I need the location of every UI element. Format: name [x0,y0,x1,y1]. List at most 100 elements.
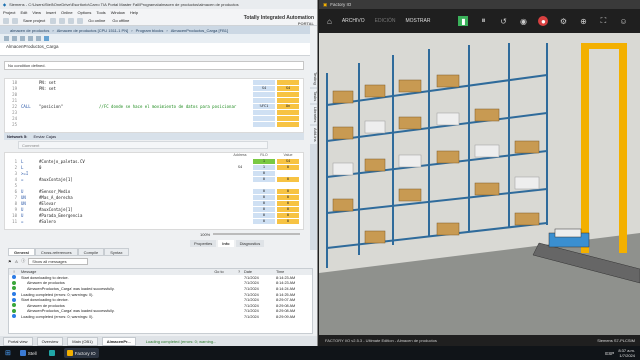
code-line[interactable]: 10 U #Parada_Emergencia 0 0 [5,212,303,218]
user-icon[interactable]: ☺ [618,16,628,26]
operand: "posicion" [39,103,64,109]
breadcrumb-item[interactable]: AlmacenProductos_Carga [FB1] [171,28,228,33]
message-row[interactable]: Loading completed (errors: 0; warnings: … [9,314,312,320]
tab-compile[interactable]: Compile [77,248,105,256]
open-icon[interactable] [12,17,18,24]
breadcrumb-item[interactable]: Program blocks [136,28,164,33]
tab-add-ins[interactable]: Add-ins [310,126,317,144]
fullscreen-icon[interactable]: ⛶ [598,16,608,26]
start-icon[interactable]: ⊞ [5,349,11,357]
code-line[interactable]: 8 UN #Elevar 0 0 [5,200,303,206]
monitor-icon[interactable] [44,36,49,41]
editor-tool-icon[interactable] [28,36,33,41]
driver-icon[interactable]: ● [538,16,549,26]
cut-icon[interactable] [50,17,57,24]
run-icon[interactable]: ▮ [458,16,469,26]
save-project-button[interactable]: Save project [21,17,47,24]
tab-tasks[interactable]: Tasks [310,88,317,103]
lang-indicator[interactable]: ESP [605,351,614,356]
tab-cross-references[interactable]: Cross-references [34,248,78,256]
code-line[interactable]: 22 CALL "posicion" //FC donde se hace el… [5,103,303,109]
code-line[interactable]: 9 U #auxContaje[1] 0 0 [5,206,303,212]
menu-view[interactable]: View [32,10,41,15]
editor-tool-icon[interactable] [20,36,25,41]
tab-diagnostics[interactable]: Diagnostics [235,240,265,247]
message-filter-dropdown[interactable]: Show all messages [28,257,89,265]
new-icon[interactable] [3,17,9,24]
code-network-5[interactable]: Address RLO Value 1 L #Contejo_paletas.C… [4,152,304,230]
taskbar-app-tia[interactable] [46,348,58,358]
network-header[interactable]: Network 5: Enviar Cajas [4,133,304,140]
settings-icon[interactable]: ⚙ [558,16,568,26]
menu-archivo[interactable]: ARCHIVO [342,18,365,24]
overview-tab[interactable]: Overview [36,336,64,346]
filter-icon[interactable]: ⚑ [8,259,12,264]
editor-tool-icon[interactable] [12,36,17,41]
copy-icon[interactable] [59,17,66,24]
code-line[interactable]: 1 L #Contejo_paletas.CV 1 S4 [5,158,303,164]
message-row[interactable]: Loading completed (errors: 0; warnings: … [9,292,312,298]
breadcrumb-item[interactable]: Almacen de productos [CPU 1511-1 PN] [57,28,129,33]
code-line[interactable]: 7 UN #Mas_A_derecha 0 0 [5,194,303,200]
rlo-cell: 0 [253,206,275,212]
menu-insert[interactable]: Insert [46,10,56,15]
message-row[interactable]: Almacen de productos 7/1/2024 8:14:23 AM [9,280,312,287]
code-line[interactable]: 11 = #Salero 0 0 [5,218,303,224]
menu-mostrar[interactable]: MOSTRAR [405,18,430,24]
code-line[interactable]: 25 [5,121,303,127]
network-comment-field[interactable]: Comment [18,141,268,149]
code-network-4[interactable]: 18 PN: set 19 PN: set S4 S4 20 21 22 CAL… [4,78,304,133]
warehouse-3d-scene[interactable] [319,33,640,335]
code-line[interactable]: 4 = #auxContaje[1] 0 0 [5,176,303,182]
zoom-control[interactable]: 100% [200,231,300,237]
breadcrumb-item[interactable]: almacen de productos [10,28,49,33]
menu-help[interactable]: Help [130,10,138,15]
col-goto: Go to [214,270,224,274]
clock[interactable]: 8:37 a.m. 1/7/2024 [618,348,635,358]
menu-tools[interactable]: Tools [96,10,105,15]
almacen-tab[interactable]: AlmacenPr... [101,336,136,346]
main-ob1-tab[interactable]: Main (OB1) [67,336,98,346]
fio-driver[interactable]: Siemens S7-PLCSIM [597,338,640,343]
menu-window[interactable]: Window [111,10,125,15]
editor-tool-icon[interactable] [36,36,41,41]
pause-icon[interactable]: ⏸ [478,16,488,26]
code-comment: //FC donde se hace el movimiento de dato… [99,103,237,109]
filter-icon[interactable]: ⚠ [15,259,19,264]
reset-icon[interactable]: ↺ [498,16,508,26]
go-online-button[interactable]: Go online [86,17,107,24]
menu-options[interactable]: Options [78,10,92,15]
message-row[interactable]: Start downloading to device. 7/1/2024 8:… [9,275,312,281]
message-row[interactable]: AlmacenProductos_Carga' was loaded succe… [9,286,312,292]
code-line[interactable]: 6 U #Sensor_Medio 0 0 [5,188,303,194]
tab-properties[interactable]: Properties [190,240,217,247]
menu-project[interactable]: Project [3,10,15,15]
go-offline-button[interactable]: Go offline [110,17,131,24]
camera-icon[interactable]: ◉ [518,16,528,26]
menu-edit[interactable]: Edit [20,10,27,15]
paste-icon[interactable] [68,17,75,24]
rlo-cell: 0 [253,170,275,176]
home-icon[interactable]: ⌂ [327,17,332,26]
tab-info[interactable]: Info [218,240,234,247]
code-line[interactable]: 2 L 0 S4 1 0 [5,164,303,170]
taskbar-app-factory-io[interactable]: Factory IO [63,348,99,358]
zoom-slider[interactable] [213,233,300,235]
menu-online[interactable]: Online [61,10,73,15]
tab-testing[interactable]: Testing [310,70,317,87]
compile-icon[interactable] [77,17,84,24]
tab-general[interactable]: General [8,248,35,256]
message-row[interactable]: AlmacenProductos_Carga' was loaded succe… [9,308,312,315]
tab-syntax[interactable]: Syntax [104,248,129,256]
taskbar-app-user[interactable]: Stell [17,348,40,358]
menu-edicion[interactable]: EDICIÓN [375,18,396,24]
filter-icon[interactable]: ⓘ [21,258,25,264]
condition-field[interactable]: No condition defined. [4,61,304,70]
lock-icon[interactable]: ⊕ [578,16,588,26]
tab-libraries[interactable]: Libraries [310,104,317,125]
rlo-cell: 1 [253,158,275,164]
message-row[interactable]: Almacen de productos 7/1/2024 8:29:08 AM [9,303,312,309]
editor-tool-icon[interactable] [4,36,9,41]
portal-view-button[interactable]: Portal view [3,336,33,346]
message-row[interactable]: Start downloading to device. 7/1/2024 8:… [9,297,312,303]
